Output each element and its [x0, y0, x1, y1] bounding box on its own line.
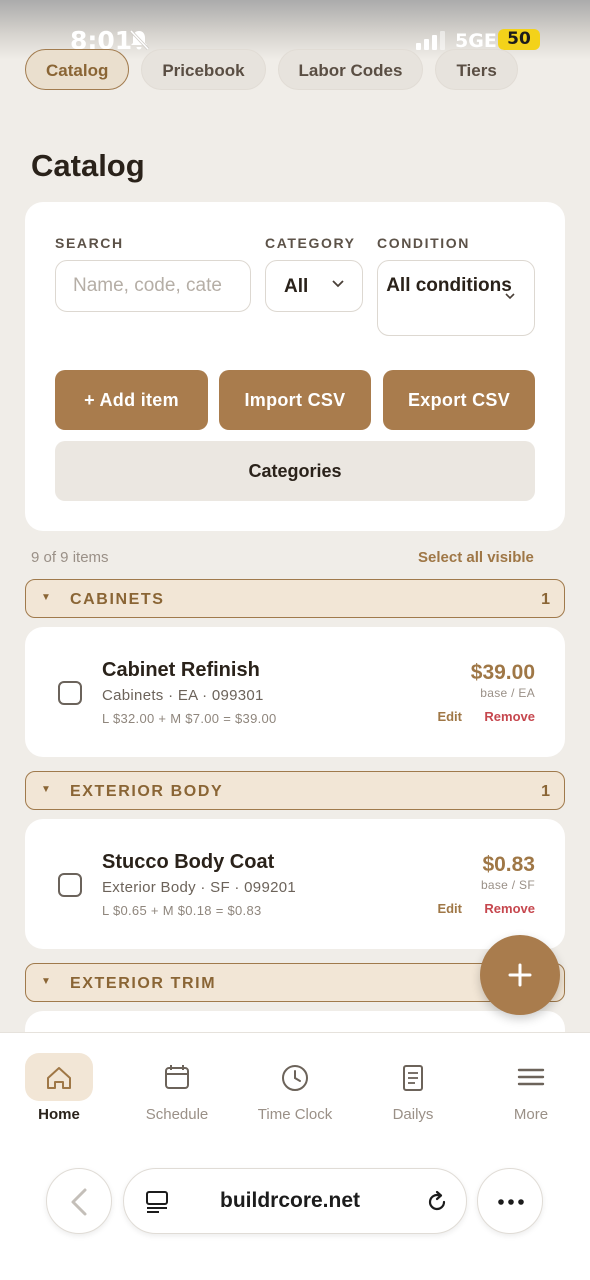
group-name: EXTERIOR BODY — [70, 783, 224, 800]
chevron-down-icon — [332, 280, 344, 288]
browser-toolbar: buildrcore.net — [0, 1140, 590, 1280]
nav-schedule[interactable]: Schedule — [118, 1033, 236, 1143]
categories-button[interactable]: Categories — [55, 441, 535, 501]
bell-off-icon — [129, 29, 150, 51]
document-icon — [403, 1065, 423, 1091]
plus-icon — [508, 963, 532, 987]
caret-down-icon: ▼ — [41, 784, 51, 795]
more-horizontal-icon — [498, 1199, 524, 1205]
add-fab-button[interactable] — [480, 935, 560, 1015]
battery-icon: 50 — [498, 29, 540, 50]
section-tabs: Catalog Pricebook Labor Codes Tiers — [25, 49, 518, 90]
nav-label: Home — [38, 1106, 80, 1123]
add-item-button[interactable]: + Add item — [55, 370, 208, 430]
list-item: Cabinet Refinish Cabinets · EA · 099301 … — [25, 627, 565, 757]
select-all-visible-link[interactable]: Select all visible — [418, 549, 534, 566]
item-price: $39.00 — [470, 661, 535, 684]
browser-more-button[interactable] — [477, 1168, 543, 1234]
address-bar[interactable]: buildrcore.net — [123, 1168, 467, 1234]
home-icon — [47, 1067, 71, 1089]
remove-button[interactable]: Remove — [484, 709, 535, 724]
item-formula: L $0.65 + M $0.18 = $0.83 — [102, 903, 262, 918]
item-checkbox[interactable] — [58, 873, 82, 897]
item-name: Cabinet Refinish — [102, 659, 260, 681]
item-count: 9 of 9 items — [31, 549, 109, 566]
tab-pricebook[interactable]: Pricebook — [141, 49, 266, 90]
nav-dailys[interactable]: Dailys — [354, 1033, 472, 1143]
import-csv-button[interactable]: Import CSV — [219, 370, 371, 430]
nav-home[interactable]: Home — [0, 1033, 118, 1143]
page-title: Catalog — [31, 148, 145, 183]
item-unit: base / EA — [480, 686, 535, 700]
category-label: CATEGORY — [265, 235, 356, 251]
calendar-icon — [165, 1065, 189, 1089]
chevron-down-icon — [505, 293, 515, 300]
item-name: Stucco Body Coat — [102, 851, 275, 873]
condition-select[interactable]: All conditions — [377, 260, 535, 336]
search-label: SEARCH — [55, 235, 124, 251]
group-count: 1 — [541, 783, 550, 800]
remove-button[interactable]: Remove — [484, 901, 535, 916]
item-checkbox[interactable] — [58, 681, 82, 705]
nav-label: More — [513, 1106, 549, 1123]
nav-label: Time Clock — [257, 1106, 333, 1123]
tab-catalog[interactable]: Catalog — [25, 49, 130, 90]
url-text: buildrcore.net — [220, 1189, 361, 1212]
reload-icon[interactable] — [424, 1189, 450, 1215]
group-name: EXTERIOR TRIM — [70, 975, 217, 992]
menu-icon — [517, 1068, 545, 1086]
caret-down-icon: ▼ — [41, 976, 51, 987]
condition-value: All conditions — [386, 275, 512, 296]
tabs-icon — [146, 1191, 168, 1213]
condition-label: CONDITION — [377, 235, 470, 251]
search-input[interactable] — [55, 260, 251, 312]
nav-label: Schedule — [145, 1106, 209, 1123]
item-unit: base / SF — [480, 878, 535, 892]
tab-labor-codes[interactable]: Labor Codes — [277, 49, 424, 90]
list-item: Stucco Body Coat Exterior Body · SF · 09… — [25, 819, 565, 949]
item-formula: L $32.00 + M $7.00 = $39.00 — [102, 711, 277, 726]
clock-icon — [282, 1065, 308, 1091]
signal-icon — [416, 31, 445, 50]
item-meta: Cabinets · EA · 099301 — [102, 687, 264, 704]
edit-button[interactable]: Edit — [437, 901, 462, 916]
filter-card: SEARCH CATEGORY CONDITION All All condit… — [25, 202, 565, 531]
category-select[interactable]: All — [265, 260, 363, 312]
group-header-cabinets[interactable]: ▼ CABINETS 1 — [25, 579, 565, 618]
nav-label: Dailys — [392, 1106, 434, 1123]
item-meta: Exterior Body · SF · 099201 — [102, 879, 297, 896]
group-count: 1 — [541, 591, 550, 608]
group-header-exterior-body[interactable]: ▼ EXTERIOR BODY 1 — [25, 771, 565, 810]
edit-button[interactable]: Edit — [437, 709, 462, 724]
nav-more[interactable]: More — [472, 1033, 590, 1143]
category-value: All — [284, 276, 309, 297]
nav-time-clock[interactable]: Time Clock — [236, 1033, 354, 1143]
item-price: $0.83 — [482, 853, 535, 876]
group-name: CABINETS — [70, 591, 165, 608]
browser-back-button[interactable] — [46, 1168, 112, 1234]
export-csv-button[interactable]: Export CSV — [383, 370, 535, 430]
tab-tiers[interactable]: Tiers — [435, 49, 518, 90]
chevron-left-icon — [71, 1188, 87, 1216]
caret-down-icon: ▼ — [41, 592, 51, 603]
